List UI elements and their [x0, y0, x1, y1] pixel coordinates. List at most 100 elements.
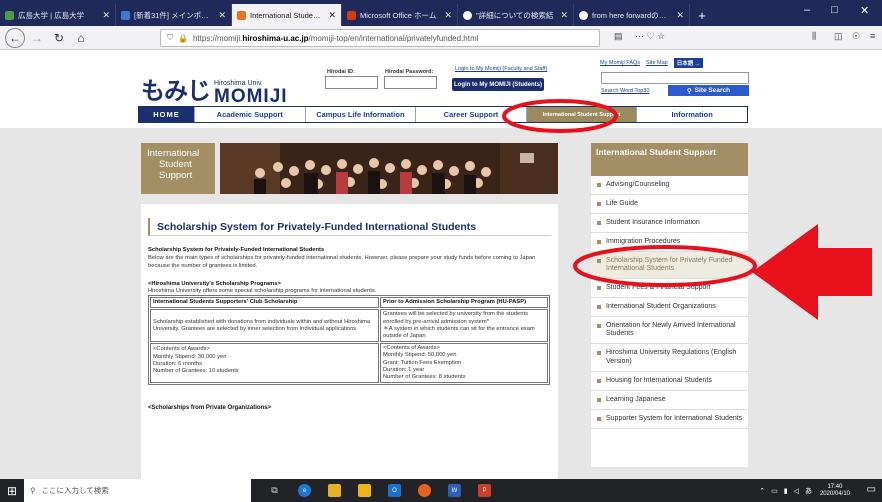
hirodai-password-input[interactable]: [384, 76, 437, 89]
ime-indicator[interactable]: あ: [805, 486, 812, 496]
close-tab-icon[interactable]: ✕: [328, 10, 336, 21]
browser-tab[interactable]: 広島大学 | 広島大学 ✕: [0, 4, 116, 26]
firefox-icon[interactable]: [418, 484, 431, 497]
tray-chevron-icon[interactable]: ⌃: [759, 487, 765, 495]
browser-tab-active[interactable]: International Student Su ✕: [232, 4, 342, 26]
close-tab-icon[interactable]: ✕: [444, 10, 452, 21]
search-word-top30-link[interactable]: Search Word Top30: [601, 88, 649, 94]
file-explorer-icon[interactable]: [328, 484, 341, 497]
edge-icon[interactable]: e: [298, 484, 311, 497]
sidebar-icon[interactable]: ◫: [834, 31, 843, 42]
new-tab-button[interactable]: +: [690, 4, 714, 26]
reader-view-icon[interactable]: ▤: [614, 31, 623, 42]
library-icon[interactable]: ⫼: [812, 31, 816, 42]
home-icon[interactable]: ⌂: [71, 28, 91, 48]
nav-home[interactable]: HOME: [139, 107, 195, 122]
bullet-icon: [597, 397, 601, 402]
momiji-logo[interactable]: もみじ Hiroshima Univ. MOMIJI: [141, 71, 288, 106]
sidebar-item-label: Advising/Counseling: [606, 181, 670, 188]
sidebar-item-label: Student Insurance Information: [606, 219, 700, 227]
nav-campus-life[interactable]: Campus Life Information: [306, 107, 417, 122]
site-favicon-icon: [5, 10, 14, 20]
sidebar-item-current[interactable]: Scholarship System for Privately Funded …: [591, 252, 748, 280]
task-view-icon[interactable]: ⧉: [268, 484, 281, 497]
sidebar-item-label: Learning Japanese: [606, 395, 666, 403]
extension-icon[interactable]: ☉: [852, 31, 860, 42]
logo-english: Hiroshima Univ. MOMIJI: [214, 80, 288, 106]
table-header-cell: Prior to Admission Scholarship Program (…: [380, 297, 548, 309]
sidebar-item[interactable]: Supporter System for International Stude…: [591, 410, 748, 429]
close-window-button[interactable]: ✕: [860, 4, 869, 17]
close-tab-icon[interactable]: ✕: [560, 10, 568, 21]
forward-arrow-icon[interactable]: →: [27, 28, 47, 48]
notification-icon[interactable]: ▭: [867, 484, 876, 495]
browser-tab-strip: 広島大学 | 広島大学 ✕ [新着31件] メインポータル ✕ Internatio…: [0, 0, 882, 26]
hirodai-id-input[interactable]: [325, 76, 378, 89]
browser-tab[interactable]: from here forwardの意味 ✕: [574, 4, 690, 26]
sidebar-item[interactable]: Hiroshima University Regulations (Englis…: [591, 344, 748, 372]
minimize-button[interactable]: –: [804, 4, 810, 16]
back-arrow-icon[interactable]: ←: [5, 27, 25, 48]
nav-information[interactable]: Information: [637, 107, 747, 122]
address-bar[interactable]: ⛉ 🔒 https://momiji. hiroshima-u.ac.jp/mom…: [160, 29, 600, 47]
tab-title: "詳細についての検索結: [476, 10, 554, 20]
outlook-icon[interactable]: O: [388, 484, 401, 497]
tab-title: International Student Su: [250, 10, 325, 20]
taskbar-search-box[interactable]: ⚲ ここに入力して検索: [24, 479, 251, 502]
maximize-button[interactable]: □: [831, 4, 838, 16]
close-tab-icon[interactable]: ✕: [218, 10, 226, 21]
japanese-button[interactable]: 日本語 →: [673, 58, 704, 68]
site-search-button[interactable]: ⚲ Site Search: [668, 85, 749, 96]
browser-tab[interactable]: "詳細についての検索結 ✕: [458, 4, 574, 26]
bullet-icon: [597, 351, 601, 356]
browser-tab[interactable]: [新着31件] メインポータル ✕: [116, 4, 232, 26]
search-icon: ⚲: [686, 87, 692, 95]
site-search-input[interactable]: [601, 72, 749, 84]
logo-japanese: もみじ: [141, 78, 211, 105]
top-links: My Momiji FAQs Site Map 日本語 →: [600, 58, 704, 68]
login-staff-link[interactable]: Login to My Momiji (Faculty and Staff): [455, 66, 547, 72]
shield-icon: ⛉: [167, 33, 173, 42]
windows-start-icon[interactable]: ⊞: [0, 479, 24, 502]
sidebar-item-label: Student Fees & Financial Support: [606, 284, 711, 292]
sidebar-item[interactable]: Student Insurance Information: [591, 214, 748, 234]
site-map-link[interactable]: Site Map: [646, 60, 668, 66]
close-tab-icon[interactable]: ✕: [676, 10, 684, 21]
table-row: Scholarship established with donations f…: [150, 309, 548, 343]
sidebar-item-label: Housing for International Students: [606, 376, 712, 384]
menu-icon[interactable]: ≡: [870, 31, 875, 41]
store-icon[interactable]: [358, 484, 371, 497]
sidebar-item[interactable]: Orientation for Newly Arrived Internatio…: [591, 317, 748, 345]
nav-international-student-support[interactable]: International Student Support: [526, 107, 638, 122]
table-cell: Scholarship established with donations f…: [150, 309, 379, 343]
sidebar-item[interactable]: Advising/Counseling: [591, 176, 748, 196]
word-icon[interactable]: W: [448, 484, 461, 497]
sidebar-item[interactable]: Life Guide: [591, 195, 748, 215]
battery-icon[interactable]: ▮: [784, 487, 788, 495]
faqs-link[interactable]: My Momiji FAQs: [600, 60, 640, 66]
clock-time: 17:40: [827, 483, 843, 490]
students-group-photo: [220, 143, 558, 194]
sidebar: International Student Support Advising/C…: [591, 143, 748, 467]
bullet-icon: [597, 324, 601, 329]
powerpoint-icon[interactable]: P: [478, 484, 491, 497]
volume-icon[interactable]: ◁: [794, 487, 799, 495]
nav-academic-support[interactable]: Academic Support: [195, 107, 306, 122]
sidebar-item[interactable]: Immigration Procedures: [591, 233, 748, 253]
clock[interactable]: 17:40 2020/04/10: [820, 484, 850, 498]
page-actions-icon[interactable]: ⋯ ♡ ☆: [635, 31, 665, 42]
sidebar-item[interactable]: Housing for International Students: [591, 372, 748, 391]
table-cell: <Contents of Awards> Monthly Stipend: 30…: [150, 343, 379, 384]
network-icon[interactable]: ▭: [771, 487, 778, 495]
sidebar-item[interactable]: International Student Organizations: [591, 298, 748, 318]
url-domain: hiroshima-u.ac.jp: [242, 33, 309, 43]
sidebar-item[interactable]: Student Fees & Financial Support: [591, 279, 748, 299]
sidebar-item[interactable]: Learning Japanese: [591, 391, 748, 410]
close-tab-icon[interactable]: ✕: [102, 10, 110, 21]
sidebar-item-label: Hiroshima University Regulations (Englis…: [606, 349, 737, 365]
site-search-label: Site Search: [694, 87, 731, 94]
login-students-button[interactable]: Login to My MOMIJI (Students): [452, 78, 544, 91]
reload-icon[interactable]: ↻: [49, 28, 69, 48]
nav-career-support[interactable]: Career Support: [416, 107, 527, 122]
browser-tab[interactable]: Microsoft Office ホーム ✕: [342, 4, 458, 26]
